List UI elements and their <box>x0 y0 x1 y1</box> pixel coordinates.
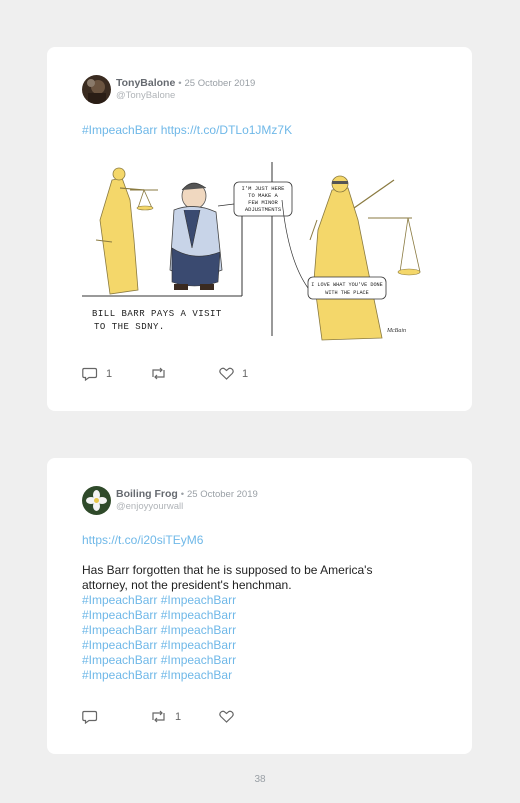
reply-count: 1 <box>106 368 113 380</box>
reply-button[interactable]: 1 <box>82 367 112 381</box>
avatar[interactable] <box>82 75 111 104</box>
like-count: 1 <box>242 367 249 380</box>
bubble-top-line-4: ADJUSTMENTS <box>245 206 282 213</box>
separator: • <box>178 78 182 89</box>
tweet-text: #ImpeachBarr https://t.co/DTLo1JMz7K <box>82 123 292 137</box>
user-handle[interactable]: @TonyBalone <box>116 90 175 101</box>
bubble-top-line-2: TO MAKE A <box>248 192 278 199</box>
reply-icon <box>82 710 98 724</box>
bubble-bottom-line-2: WITH THE PLACE <box>325 290 369 296</box>
retweet-button[interactable] <box>150 367 175 380</box>
user-handle[interactable]: @enjoyyourwall <box>116 501 183 512</box>
hashtag-link[interactable]: #ImpeachBarr <box>82 123 157 137</box>
tweet-card: TonyBalone • 25 October 2019 @TonyBalone… <box>47 47 472 411</box>
like-button[interactable]: 1 <box>219 367 248 380</box>
hashtag-line[interactable]: #ImpeachBarr #ImpeachBarr <box>82 638 442 653</box>
bubble-bottom-line-1: I LOVE WHAT YOU'VE DONE <box>311 282 383 288</box>
hashtag-line[interactable]: #ImpeachBarr #ImpeachBarr <box>82 653 442 668</box>
artist-signature: McBain <box>386 328 406 334</box>
retweet-button[interactable]: 1 <box>150 710 181 723</box>
user-name[interactable]: TonyBalone <box>116 77 175 89</box>
heart-icon <box>219 367 234 380</box>
retweet-icon <box>152 367 165 380</box>
avatar[interactable] <box>82 486 111 515</box>
hashtag-line[interactable]: #ImpeachBarr #ImpeachBarr <box>82 623 442 638</box>
bubble-top-line-1: I'M JUST HERE <box>242 185 286 192</box>
cartoon-caption-line-1: BILL BARR PAYS A VISIT <box>92 309 222 319</box>
bubble-top-line-3: FEW MINOR <box>248 199 278 206</box>
cartoon-image[interactable]: I'M JUST HERE TO MAKE A FEW MINOR ADJUST… <box>82 160 422 346</box>
tweet-text-line-2: attorney, not the president's henchman. <box>82 578 292 592</box>
hashtag-line[interactable]: #ImpeachBarr #ImpeachBarr <box>82 608 442 623</box>
hashtag-line[interactable]: #ImpeachBarr #ImpeachBar <box>82 668 442 683</box>
retweet-icon <box>152 710 165 723</box>
reply-button[interactable] <box>82 710 106 724</box>
reply-icon <box>82 367 98 381</box>
url-link[interactable]: https://t.co/i20siTEyM6 <box>82 533 442 548</box>
tweet-text: https://t.co/i20siTEyM6 Has Barr forgott… <box>82 533 442 683</box>
url-link[interactable]: https://t.co/DTLo1JMz7K <box>161 123 292 137</box>
like-button[interactable] <box>219 710 242 723</box>
separator: • <box>180 489 185 500</box>
tweet-date[interactable]: 25 October 2019 <box>184 78 255 89</box>
tweet-date[interactable]: 25 October 2019 <box>187 489 258 500</box>
page-number: 38 <box>254 774 266 785</box>
retweet-count: 1 <box>175 710 182 723</box>
tweet-card: Boiling Frog • 25 October 2019 @enjoyyou… <box>47 458 472 754</box>
heart-icon <box>219 710 234 723</box>
cartoon-caption-line-2: TO THE SDNY. <box>94 322 165 332</box>
tweet-text-line-1: Has Barr forgotten that he is supposed t… <box>82 563 373 577</box>
user-name[interactable]: Boiling Frog <box>116 488 178 500</box>
hashtag-line[interactable]: #ImpeachBarr #ImpeachBarr <box>82 593 442 608</box>
